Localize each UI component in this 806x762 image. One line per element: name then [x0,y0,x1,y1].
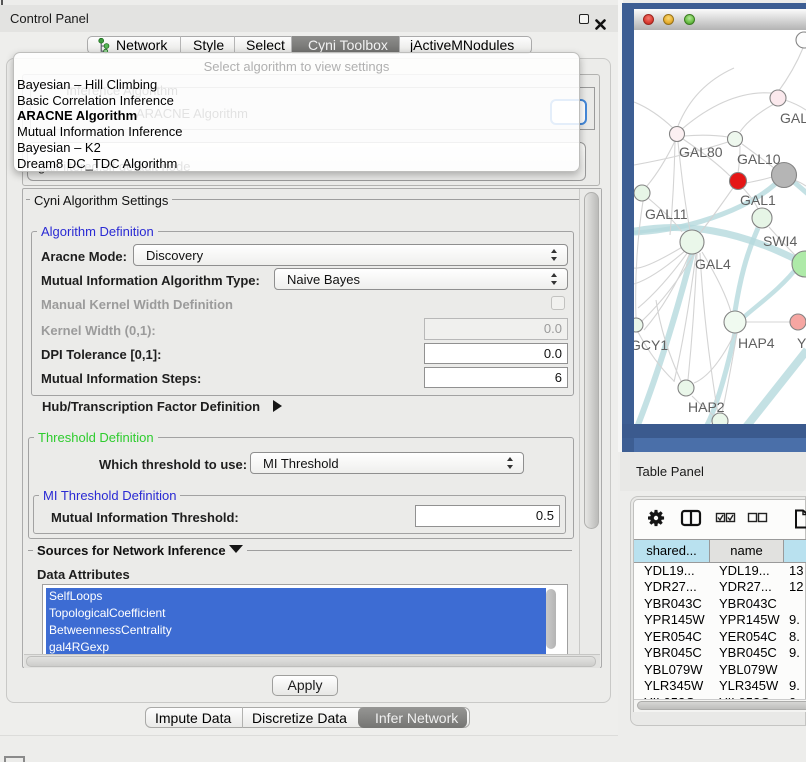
svg-text:Y: Y [797,335,806,351]
svg-text:SWI4: SWI4 [763,233,797,249]
svg-text:HAP2: HAP2 [688,399,725,415]
svg-text:GAL4: GAL4 [695,256,731,272]
svg-text:GCY1: GCY1 [634,337,668,353]
svg-text:GAL1: GAL1 [740,192,776,208]
svg-text:GAL10: GAL10 [737,151,781,167]
svg-text:GAL11: GAL11 [645,206,688,222]
svg-text:GAL7: GAL7 [780,110,806,126]
svg-text:GAL80: GAL80 [679,144,723,160]
svg-text:HAP4: HAP4 [738,335,775,351]
